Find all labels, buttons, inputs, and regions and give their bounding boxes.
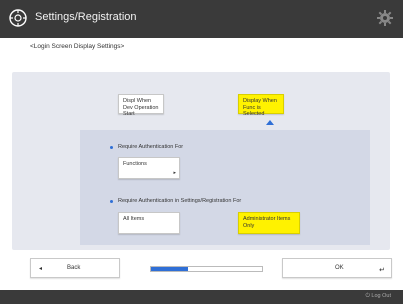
settings-registration-icon — [9, 9, 27, 27]
progress-fill — [151, 267, 188, 271]
progress-bar — [150, 266, 263, 272]
ok-button[interactable]: OK ↵ — [282, 258, 392, 278]
selection-pointer-icon — [266, 120, 274, 125]
administrator-items-only-label: Administrator Items Only — [243, 216, 291, 229]
page-title: Settings/Registration — [35, 11, 137, 23]
bottom-status-bar: ⏻ Log Out — [0, 290, 403, 304]
bullet-icon — [110, 200, 113, 203]
all-items-label: All Items — [123, 216, 145, 222]
back-arrow-icon: ◂ — [39, 266, 43, 272]
gear-icon[interactable] — [375, 8, 395, 28]
display-when-func-selected-button[interactable]: Display When Func is Selected — [238, 94, 284, 117]
enter-icon: ↵ — [379, 267, 385, 274]
auth-for-label: Require Authentication For — [118, 144, 184, 150]
functions-button-label: Functions — [123, 161, 147, 167]
ok-button-label: OK — [335, 265, 344, 271]
auth-settings-label: Require Authentication in Settings/Regis… — [118, 198, 242, 204]
screen-subtitle: <Login Screen Display Settings> — [30, 43, 125, 50]
administrator-items-only-button[interactable]: Administrator Items Only — [238, 212, 300, 234]
logout-label: Log Out — [371, 293, 391, 299]
back-button-label: Back — [67, 265, 81, 271]
display-when-operation-start-button[interactable]: Displ When Dev Operation Start — [118, 94, 164, 117]
back-button[interactable]: ◂ Back — [30, 258, 120, 278]
bullet-icon — [110, 146, 113, 149]
title-bar: Settings/Registration — [0, 0, 403, 38]
all-items-button[interactable]: All Items — [118, 212, 180, 234]
functions-button[interactable]: Functions ▸ — [118, 157, 180, 179]
logout-button[interactable]: ⏻ Log Out — [366, 293, 391, 300]
dropdown-corner-icon: ▸ — [173, 169, 176, 176]
